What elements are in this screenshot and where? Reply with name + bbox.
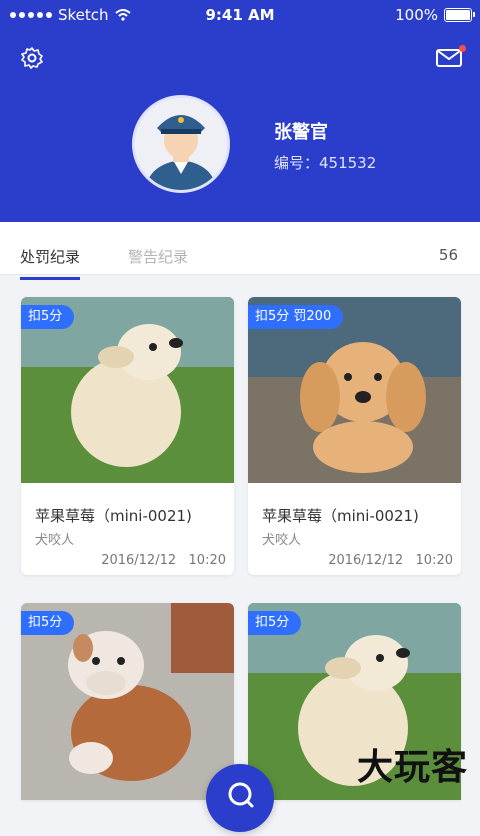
record-title: 苹果草莓（mini-0021) <box>262 507 419 525</box>
tab-warning-records[interactable]: 警告纪录 <box>128 246 188 267</box>
record-title: 苹果草莓（mini-0021) <box>35 507 192 525</box>
penalty-badge: 扣5分 罚200 <box>248 305 344 329</box>
record-card[interactable]: 扣5分 <box>21 603 234 800</box>
record-time: 10:20 <box>415 553 453 568</box>
dog-photo: 扣5分 <box>21 297 234 483</box>
record-count: 56 <box>438 246 458 264</box>
user-name: 张警官 <box>274 122 328 143</box>
search-fab-button[interactable] <box>206 764 274 832</box>
battery-icon <box>444 8 475 22</box>
status-bar: Sketch 9:41 AM 100% <box>0 0 480 30</box>
watermark-logo: 大玩客 <box>356 747 468 788</box>
penalty-badge: 扣5分 <box>248 611 302 635</box>
settings-button[interactable] <box>20 46 44 70</box>
dog-photo: 扣5分 <box>21 603 234 800</box>
record-datetime: 2016/12/12 10:20 <box>101 553 226 568</box>
avatar[interactable] <box>132 95 230 193</box>
police-officer-icon <box>135 98 227 190</box>
gear-icon <box>21 47 43 69</box>
tab-penalty-records[interactable]: 处罚纪录 <box>20 246 81 280</box>
battery-status: 100% <box>395 6 475 24</box>
record-date: 2016/12/12 <box>328 553 404 568</box>
profile-header: Sketch 9:41 AM 100% 张警官 编号：451532 <box>0 0 480 222</box>
notification-dot <box>459 45 466 52</box>
record-date: 2016/12/12 <box>101 553 177 568</box>
record-datetime: 2016/12/12 10:20 <box>328 553 453 568</box>
dog-photo: 扣5分 罚200 <box>248 297 461 483</box>
search-icon <box>228 782 254 808</box>
record-card[interactable]: 扣5分 苹果草莓（mini-0021) 犬咬人 2016/12/12 10:20 <box>21 297 234 575</box>
record-tabs: 处罚纪录 警告纪录 56 <box>0 222 480 280</box>
penalty-badge: 扣5分 <box>21 305 75 329</box>
messages-button[interactable] <box>436 45 466 68</box>
record-card[interactable]: 扣5分 罚200 苹果草莓（mini-0021) 犬咬人 2016/12/12 … <box>248 297 461 575</box>
record-time: 10:20 <box>188 553 226 568</box>
penalty-badge: 扣5分 <box>21 611 75 635</box>
mail-icon <box>436 49 462 67</box>
user-id: 编号：451532 <box>274 154 377 172</box>
record-violation: 犬咬人 <box>262 533 302 548</box>
battery-percent: 100% <box>395 6 438 24</box>
record-violation: 犬咬人 <box>35 533 75 548</box>
